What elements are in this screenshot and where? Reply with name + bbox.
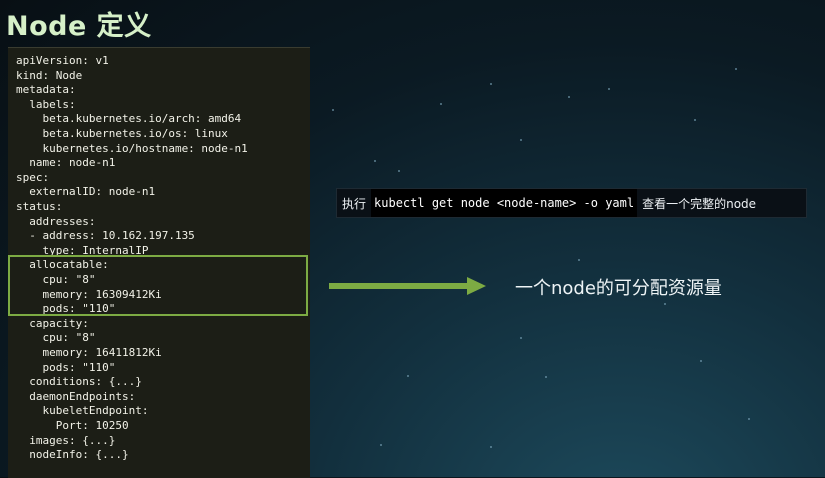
yaml-line: - address: 10.162.197.135 [16,229,195,243]
yaml-line: addresses: [16,214,96,228]
allocatable-callout: 一个node的可分配资源量 [515,278,722,299]
allocatable-highlight-box [8,255,308,316]
yaml-line: labels: [16,97,76,111]
yaml-line: capacity: [16,316,89,330]
yaml-line: kubernetes.io/hostname: node-n1 [16,141,248,155]
yaml-line: images: {...} [16,433,116,447]
yaml-line: beta.kubernetes.io/arch: amd64 [16,112,242,126]
yaml-line: daemonEndpoints: [16,389,136,403]
command-prefix: 执行 [342,196,367,211]
yaml-line: name: node-n1 [16,156,116,170]
yaml-line: Port: 10250 [16,419,129,432]
yaml-line: conditions: {...} [16,375,142,389]
yaml-line: kubeletEndpoint: [16,404,149,418]
yaml-line: status: [16,200,63,213]
yaml-line: kind: Node [16,68,83,82]
command-bar: 执行 kubectl get node <node-name> -o yaml … [336,188,807,218]
yaml-line: externalID: node-n1 [16,185,156,199]
yaml-line: pods: "110" [16,360,116,374]
command-suffix: 查看一个完整的node [642,196,757,211]
yaml-line: beta.kubernetes.io/os: linux [16,127,228,140]
yaml-line: apiVersion: v1 [16,54,109,67]
yaml-line: memory: 16411812Ki [16,346,162,359]
yaml-line: spec: [16,170,50,184]
kubectl-command: kubectl get node <node-name> -o yaml [371,189,638,217]
yaml-line: metadata: [16,83,76,97]
arrow-right-icon [329,277,486,295]
yaml-line: nodeInfo: {...} [16,448,129,462]
yaml-line: cpu: "8" [16,331,96,345]
slide-title: Node 定义 [6,11,152,42]
